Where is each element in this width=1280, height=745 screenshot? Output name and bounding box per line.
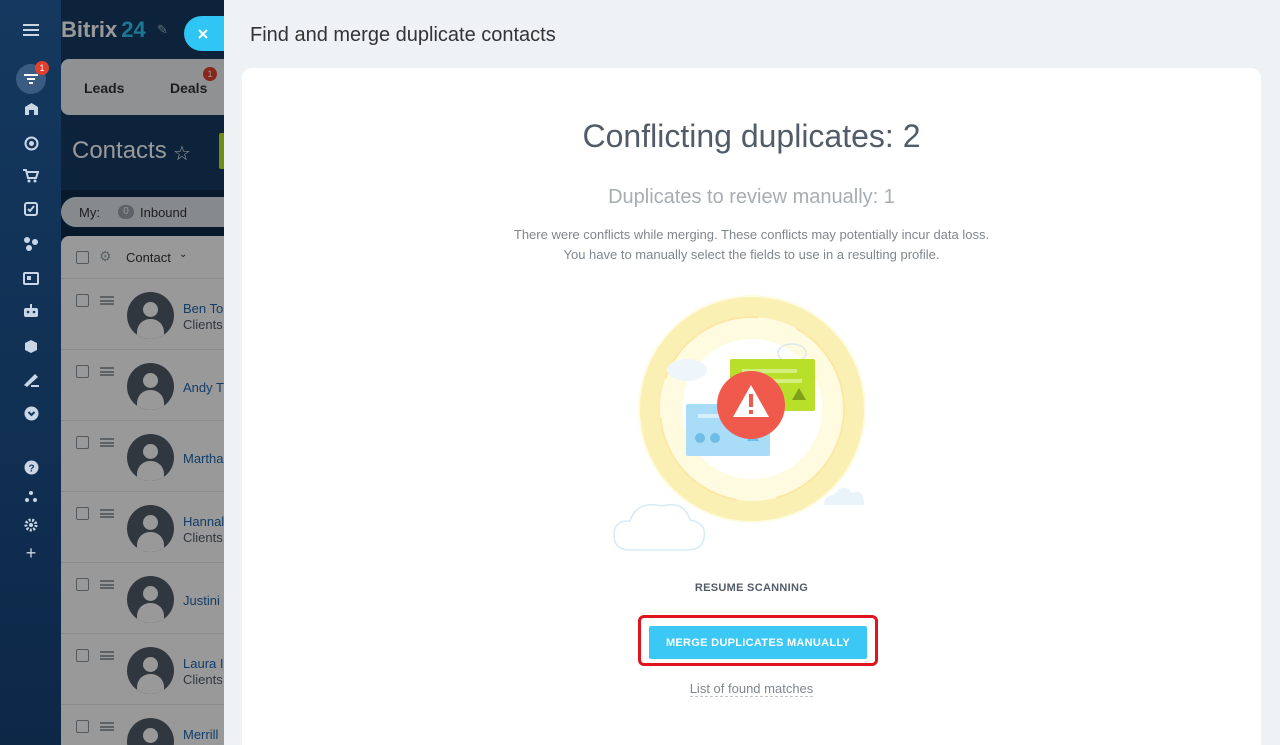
conflict-illustration xyxy=(613,295,866,551)
svg-text:?: ? xyxy=(28,463,34,474)
conflict-description: There were conflicts while merging. Thes… xyxy=(242,225,1261,265)
found-matches-link-wrap: List of found matches xyxy=(242,681,1261,697)
conflicting-heading: Conflicting duplicates: 2 xyxy=(582,118,921,154)
review-subheading: Duplicates to review manually: 1 xyxy=(608,186,895,208)
result-card: Conflicting duplicates: 2 Duplicates to … xyxy=(242,68,1261,745)
menu-icon[interactable] xyxy=(20,19,42,41)
settings-gear-icon[interactable] xyxy=(20,514,42,536)
more-chevron-icon[interactable] xyxy=(20,402,42,424)
contact-card-icon[interactable] xyxy=(20,267,42,289)
resume-scanning-button[interactable]: RESUME SCANNING xyxy=(242,582,1261,594)
close-slider-button[interactable] xyxy=(184,16,224,51)
filter-badge: 1 xyxy=(35,61,49,75)
target-icon[interactable] xyxy=(20,132,42,154)
cart-icon[interactable] xyxy=(20,165,42,187)
tasks-checkbox-icon[interactable] xyxy=(20,198,42,220)
signature-icon[interactable] xyxy=(20,369,42,391)
structure-icon[interactable] xyxy=(20,485,42,507)
list-of-found-matches-link[interactable]: List of found matches xyxy=(689,681,814,697)
robot-icon[interactable] xyxy=(20,300,42,322)
box-icon[interactable] xyxy=(20,335,42,357)
merge-duplicates-manually-button[interactable]: MERGE DUPLICATES MANUALLY xyxy=(649,626,867,659)
highlight-frame: MERGE DUPLICATES MANUALLY xyxy=(638,615,878,666)
add-plus-icon[interactable]: + xyxy=(20,542,42,564)
close-icon xyxy=(197,28,208,39)
left-sidebar: 1 ? + xyxy=(0,0,61,745)
crm-background: Bitrix 24 ✎ Leads Deals 1 Contacts ☆ My: … xyxy=(61,0,231,745)
panel-title: Find and merge duplicate contacts xyxy=(250,24,556,46)
description-line-2: You have to manually select the fields t… xyxy=(563,247,940,262)
help-icon[interactable]: ? xyxy=(20,456,42,478)
description-line-1: There were conflicts while merging. Thes… xyxy=(513,227,990,242)
store-icon[interactable] xyxy=(20,98,42,120)
merge-duplicates-panel: Find and merge duplicate contacts Confli… xyxy=(224,0,1280,745)
overlay-dim xyxy=(61,0,231,745)
groups-icon[interactable] xyxy=(20,232,42,254)
